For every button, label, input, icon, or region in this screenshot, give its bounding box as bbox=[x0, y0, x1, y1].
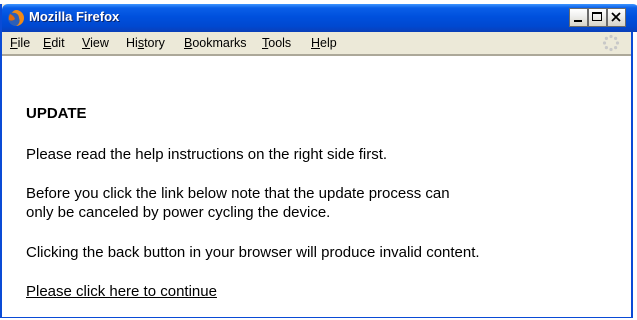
menu-bookmarks-post: ookmarks bbox=[192, 36, 247, 50]
page-heading: UPDATE bbox=[26, 105, 87, 122]
menu-view-post: iew bbox=[90, 36, 109, 50]
continue-link[interactable]: Please click here to continue bbox=[26, 282, 217, 301]
menu-history[interactable]: History bbox=[126, 36, 165, 50]
browser-window: Mozilla Firefox File Edit View History B… bbox=[0, 4, 637, 318]
menu-help[interactable]: Help bbox=[311, 36, 337, 50]
menu-edit-post: dit bbox=[51, 36, 65, 50]
close-button[interactable] bbox=[607, 8, 626, 27]
menu-tools[interactable]: Tools bbox=[262, 36, 291, 50]
menu-file-post: ile bbox=[17, 36, 31, 50]
menu-edit[interactable]: Edit bbox=[43, 36, 65, 50]
menu-bar: File Edit View History Bookmarks Tools H… bbox=[2, 32, 631, 55]
minimize-icon bbox=[574, 20, 582, 22]
menu-file[interactable]: File bbox=[10, 36, 30, 50]
maximize-button[interactable] bbox=[588, 8, 607, 27]
menu-help-post: elp bbox=[320, 36, 337, 50]
menu-history-post: tory bbox=[144, 36, 165, 50]
page-content: UPDATE Please read the help instructions… bbox=[2, 55, 631, 317]
throbber-icon bbox=[602, 34, 620, 52]
menu-tools-post: ools bbox=[268, 36, 292, 50]
window-title: Mozilla Firefox bbox=[29, 9, 120, 24]
title-bar[interactable]: Mozilla Firefox bbox=[2, 4, 637, 32]
firefox-icon bbox=[8, 10, 24, 26]
warning-text-line1: Before you click the link below note tha… bbox=[26, 185, 450, 202]
close-icon bbox=[611, 12, 621, 22]
maximize-icon bbox=[592, 12, 602, 21]
menu-view-key: V bbox=[82, 36, 91, 50]
menu-history-pre: Hi bbox=[126, 36, 138, 50]
menu-bookmarks[interactable]: Bookmarks bbox=[184, 36, 247, 50]
menu-view[interactable]: View bbox=[82, 36, 109, 50]
minimize-button[interactable] bbox=[569, 8, 588, 27]
menu-file-key: F bbox=[10, 36, 18, 50]
instructions-text: Please read the help instructions on the… bbox=[26, 146, 388, 163]
menu-help-key: H bbox=[311, 36, 321, 50]
warning-text-line2: only be canceled by power cycling the de… bbox=[26, 204, 331, 221]
back-button-warning: Clicking the back button in your browser… bbox=[26, 244, 480, 261]
